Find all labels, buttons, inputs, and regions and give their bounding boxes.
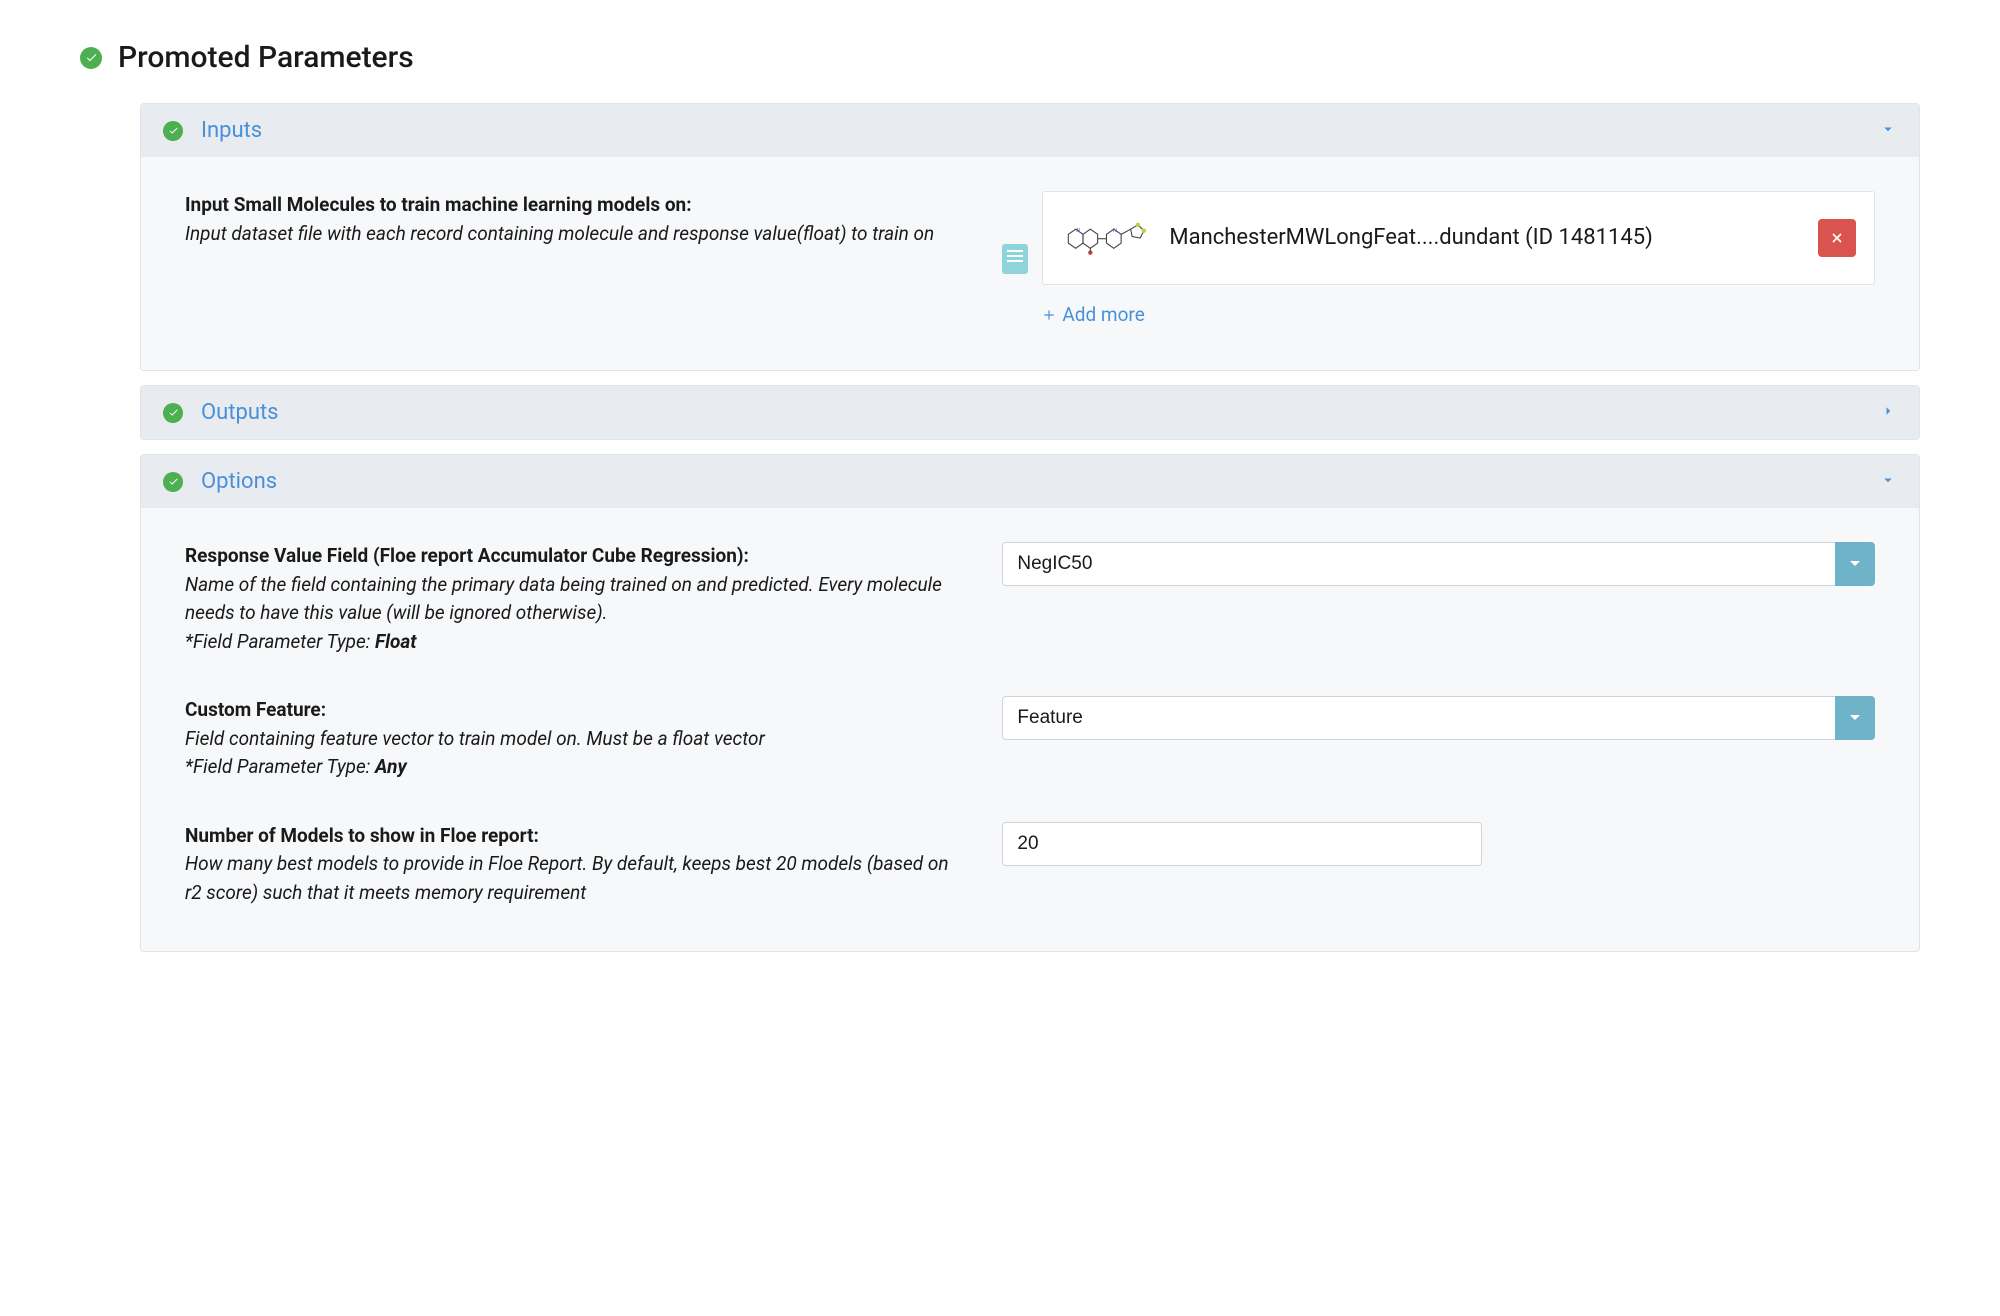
panel-outputs: Outputs: [140, 385, 1920, 440]
panel-options: Options Response Value Field (Floe repor…: [140, 454, 1920, 952]
caret-down-icon[interactable]: [1835, 542, 1875, 586]
num-models-label: Number of Models to show in Floe report:: [185, 822, 962, 851]
num-models-input[interactable]: [1002, 822, 1482, 866]
custom-feature-param-type: *Field Parameter Type: Any: [185, 753, 962, 782]
response-field-label-col: Response Value Field (Floe report Accumu…: [185, 542, 962, 656]
custom-feature-desc: Field containing feature vector to train…: [185, 725, 962, 754]
panel-title-inputs: Inputs: [201, 118, 1861, 143]
panel-title-outputs: Outputs: [201, 400, 1861, 425]
num-models-desc: How many best models to provide in Floe …: [185, 850, 962, 907]
chevron-right-icon: [1879, 402, 1897, 424]
remove-file-button[interactable]: [1818, 219, 1856, 257]
chevron-down-icon: [1879, 471, 1897, 493]
num-models-label-col: Number of Models to show in Floe report:…: [185, 822, 962, 908]
add-more-link[interactable]: Add more: [1042, 303, 1144, 326]
panel-header-inputs[interactable]: Inputs: [141, 104, 1919, 157]
response-field-input[interactable]: [1002, 542, 1835, 586]
response-field-param-type: *Field Parameter Type: Float: [185, 628, 962, 657]
svg-text:N: N: [1077, 228, 1081, 234]
input-molecules-label-col: Input Small Molecules to train machine l…: [185, 191, 962, 248]
custom-feature-input[interactable]: [1002, 696, 1835, 740]
selected-file-name: ManchesterMWLongFeat....dundant (ID 1481…: [1169, 223, 1798, 254]
custom-feature-label: Custom Feature:: [185, 696, 962, 725]
check-icon: [163, 403, 183, 423]
input-molecules-label: Input Small Molecules to train machine l…: [185, 191, 962, 220]
panel-body-options: Response Value Field (Floe report Accumu…: [141, 508, 1919, 951]
section-header: Promoted Parameters: [80, 40, 1920, 75]
dataset-icon: [1002, 244, 1028, 274]
page-title: Promoted Parameters: [118, 40, 414, 75]
molecule-icon: N N: [1061, 208, 1149, 268]
panel-inputs: Inputs Input Small Molecules to train ma…: [140, 103, 1920, 371]
svg-text:N: N: [1113, 228, 1117, 234]
caret-down-icon[interactable]: [1835, 696, 1875, 740]
check-icon: [163, 472, 183, 492]
panel-header-outputs[interactable]: Outputs: [141, 386, 1919, 439]
panel-header-options[interactable]: Options: [141, 455, 1919, 508]
custom-feature-select[interactable]: [1002, 696, 1875, 740]
custom-feature-label-col: Custom Feature: Field containing feature…: [185, 696, 962, 782]
check-icon: [163, 121, 183, 141]
input-molecules-desc: Input dataset file with each record cont…: [185, 220, 962, 249]
response-field-label: Response Value Field (Floe report Accumu…: [185, 542, 962, 571]
check-icon: [80, 47, 102, 69]
panel-body-inputs: Input Small Molecules to train machine l…: [141, 157, 1919, 370]
chevron-down-icon: [1879, 120, 1897, 142]
panel-title-options: Options: [201, 469, 1861, 494]
add-more-label: Add more: [1062, 303, 1144, 326]
response-field-select[interactable]: [1002, 542, 1875, 586]
selected-file-card[interactable]: N N ManchesterMWLongFeat....dundant (ID …: [1042, 191, 1875, 285]
response-field-desc: Name of the field containing the primary…: [185, 571, 962, 628]
